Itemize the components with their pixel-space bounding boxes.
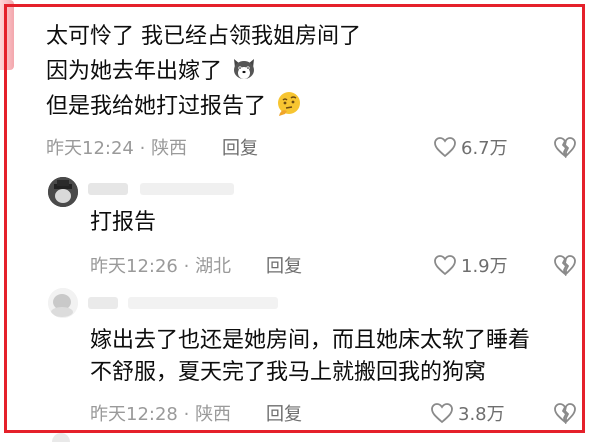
comment-1-line-1: 太可怜了 我已经占领我姐房间了 <box>46 24 361 49</box>
comment-1-reply-button[interactable]: 回复 <box>222 134 258 160</box>
comment-3-username-redacted <box>88 297 118 309</box>
thinking-face-emoji-icon <box>278 92 301 116</box>
comment-1-like-count: 6.7万 <box>461 138 508 159</box>
comment-2-text: 打报告 <box>90 210 157 235</box>
comment-2-like-count: 1.9万 <box>461 256 508 277</box>
broken-heart-icon[interactable] <box>553 136 577 158</box>
comment-3-line-2: 不舒服，夏天完了我马上就搬回我的狗窝 <box>90 360 487 385</box>
comment-1-line-3: 但是我给她打过报告了 <box>46 90 303 122</box>
comment-2-avatar[interactable] <box>48 177 78 207</box>
avatar-image-icon <box>48 288 78 318</box>
comment-2-like-button[interactable]: 1.9万 <box>433 252 508 278</box>
comment-3-line-1: 嫁出去了也还是她房间，而且她床太软了睡着 <box>90 328 531 353</box>
comment-3-meta: 昨天12:28 · 陕西 <box>90 404 232 425</box>
comment-3-like-button[interactable]: 3.8万 <box>430 400 505 426</box>
comment-1-location: 陕西 <box>151 138 188 159</box>
comment-3-avatar[interactable] <box>48 288 78 318</box>
comment-3-like-count: 3.8万 <box>458 404 505 425</box>
heart-outline-icon <box>434 137 456 158</box>
comment-1-time: 昨天12:24 <box>46 138 134 159</box>
comment-2-time: 昨天12:26 <box>90 256 178 277</box>
comment-1-line-2: 因为她去年出嫁了 <box>46 56 257 87</box>
broken-heart-icon[interactable] <box>553 254 577 276</box>
comment-1-line-3-text: 但是我给她打过报告了 <box>46 94 267 119</box>
comment-1-line-2-text: 因为她去年出嫁了 <box>46 59 223 84</box>
comment-3-reply-button[interactable]: 回复 <box>266 400 302 426</box>
comment-1-meta: 昨天12:24 · 陕西 <box>46 138 188 159</box>
next-comment-avatar-edge <box>52 433 70 442</box>
broken-heart-icon[interactable] <box>553 402 577 424</box>
comment-3-username-redacted-2 <box>128 297 278 309</box>
comment-2-location: 湖北 <box>195 256 232 277</box>
comment-3-location: 陕西 <box>195 404 232 425</box>
comment-2-meta: 昨天12:26 · 湖北 <box>90 256 232 277</box>
comment-3-time: 昨天12:28 <box>90 404 178 425</box>
heart-outline-icon <box>431 403 453 424</box>
comment-2-username-redacted-2 <box>140 183 234 195</box>
comment-2-reply-button[interactable]: 回复 <box>266 252 302 278</box>
comment-2-username-redacted <box>88 183 128 195</box>
heart-outline-icon <box>434 255 456 276</box>
comment-1-like-button[interactable]: 6.7万 <box>433 134 508 160</box>
avatar-image-icon <box>48 177 78 207</box>
husky-dog-emoji-icon <box>234 59 255 79</box>
